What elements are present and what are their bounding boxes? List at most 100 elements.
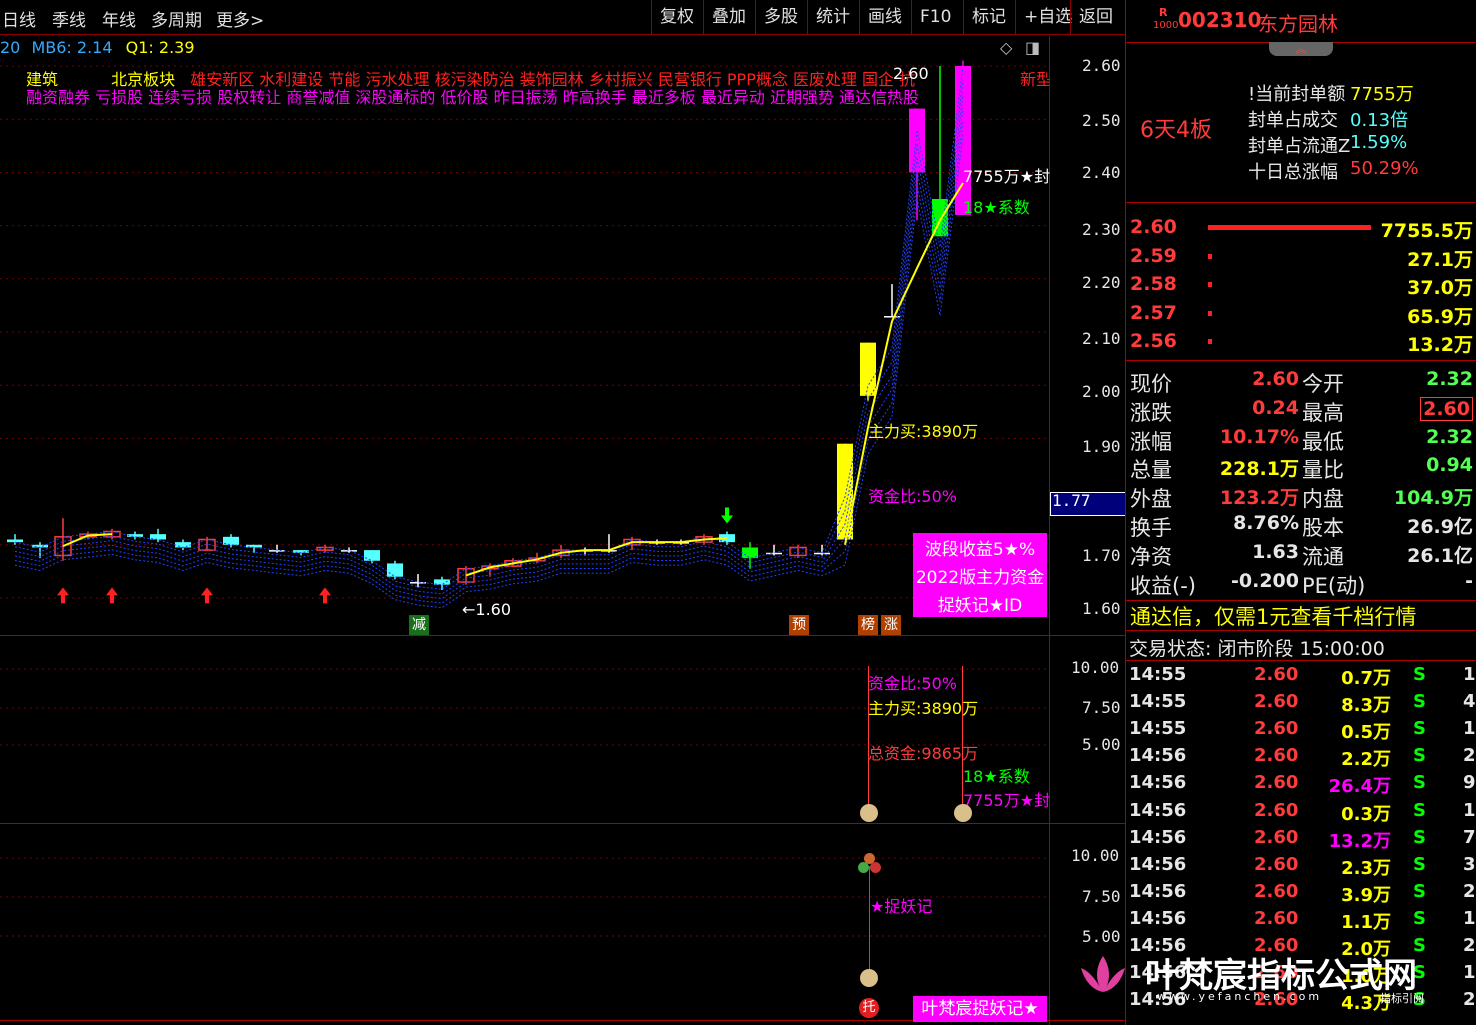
promo-bottom: 叶梵宸捉妖记★ — [913, 996, 1047, 1022]
tick-volume: 13.2万 — [1328, 830, 1391, 852]
tick-row[interactable]: 14:56 2.60 26.4万 S 9 — [1126, 770, 1476, 797]
tick-row[interactable]: 14:56 2.60 1.1万 S 1 — [1126, 906, 1476, 933]
bid-volume: 37.0万 — [1407, 277, 1473, 299]
limit-info-label: 封单占成交 — [1248, 110, 1338, 131]
tick-row[interactable]: 14:55 2.60 8.3万 S 4 — [1126, 689, 1476, 716]
band-line — [14, 121, 964, 604]
band-line — [14, 66, 964, 586]
period-toolbar: 日线 季线 年线 多周期 更多> 复权 叠加 多股 统计 画线 F10 标记 +… — [0, 0, 1125, 35]
lotus-logo-icon — [1075, 952, 1131, 996]
tick-row[interactable]: 14:56 2.60 2.3万 S 3 — [1126, 852, 1476, 879]
candle-body — [341, 550, 357, 552]
peak-price-label: 2.60 — [893, 64, 929, 83]
menu-statistics[interactable]: 统计 — [807, 0, 858, 34]
signal-zhang-marker[interactable]: 涨 — [881, 615, 901, 635]
quote-row: 净资 1.63 流通 26.1亿 — [1126, 539, 1476, 569]
quote-value: 2.60 — [1252, 368, 1299, 390]
quote-label: 收益(-) — [1130, 573, 1196, 598]
quote-label: 今开 — [1302, 372, 1344, 396]
quote-label: 最高 — [1302, 400, 1344, 425]
menu-back[interactable]: 返回 — [1070, 0, 1121, 34]
money-bag-icon — [860, 804, 878, 822]
signal-tuo-marker[interactable]: 托 — [859, 998, 879, 1018]
price-tick: 1.70 — [1082, 546, 1121, 565]
band-line — [14, 94, 964, 595]
menu-draw-line[interactable]: 画线 — [859, 0, 910, 34]
tick-row[interactable]: 14:56 2.60 3.9万 S 2 — [1126, 879, 1476, 906]
quote-value: -0.200 — [1231, 569, 1299, 592]
tick-time: 14:56 — [1129, 880, 1187, 902]
fund-ratio-indicator-label: 资金比:50% — [868, 674, 957, 693]
tick-price: 2.60 — [1254, 664, 1299, 685]
menu-multi-period[interactable]: 多周期 — [151, 6, 202, 31]
tick-count: 7 — [1463, 826, 1476, 848]
tick-row[interactable]: 14:55 2.60 0.7万 S 1 — [1126, 662, 1476, 689]
tick-volume: 2.2万 — [1341, 749, 1391, 771]
trade-status: 交易状态: 闭市阶段 15:00:00 — [1129, 638, 1385, 660]
tick-row[interactable]: 14:56 2.60 13.2万 S 7 — [1126, 825, 1476, 852]
quote-label: 换手 — [1130, 516, 1172, 540]
tick-count: 3 — [1463, 853, 1476, 875]
candle-body — [7, 539, 23, 543]
quote-label: PE(动) — [1302, 573, 1366, 598]
quote-label: 总量 — [1130, 458, 1172, 483]
tick-price: 2.60 — [1254, 853, 1299, 875]
menu-mark[interactable]: 标记 — [963, 0, 1014, 34]
price-tick: 2.50 — [1082, 111, 1121, 130]
menu-daily[interactable]: 日线 — [2, 6, 36, 31]
price-tick: 2.60 — [1082, 56, 1121, 75]
signal-bang-marker[interactable]: 榜 — [858, 615, 878, 635]
tick-price: 2.60 — [1254, 691, 1299, 713]
stock-code[interactable]: 002310 — [1178, 8, 1262, 32]
buy-arrow-icon — [106, 587, 118, 604]
kline-chart[interactable] — [0, 36, 1125, 1025]
tick-count: 1 — [1463, 907, 1476, 929]
tick-side: S — [1413, 718, 1426, 740]
bid-row[interactable]: 2.58 37.0万 — [1126, 271, 1476, 299]
tick-time: 14:55 — [1129, 718, 1187, 740]
signal-reduce-marker[interactable]: 减 — [409, 615, 429, 635]
tick-side: S — [1413, 907, 1426, 929]
quote-value: - — [1465, 569, 1473, 592]
buy-arrow-icon — [319, 587, 331, 604]
indicator1-tick: 10.00 — [1071, 658, 1120, 677]
tick-row[interactable]: 14:56 2.60 2.2万 S 2 — [1126, 743, 1476, 770]
price-tick: 1.90 — [1082, 437, 1121, 456]
menu-restore-rights[interactable]: 复权 — [651, 0, 702, 34]
tick-price: 2.60 — [1254, 718, 1299, 740]
zhuoyao-label: ★捉妖记 — [870, 897, 933, 916]
bid-row[interactable]: 2.60 7755.5万 — [1126, 214, 1476, 242]
signal-pre-marker[interactable]: 预 — [789, 615, 809, 635]
bid-row[interactable]: 2.57 65.9万 — [1126, 300, 1476, 328]
bid-price: 2.60 — [1130, 216, 1177, 238]
current-price-tick: 1.77 — [1052, 491, 1091, 510]
low-price-label: ←1.60 — [462, 600, 512, 619]
menu-more[interactable]: 更多> — [216, 6, 264, 31]
promo-link[interactable]: 通达信，仅需1元查看千档行情 — [1130, 601, 1416, 631]
collapse-button[interactable]: ︽ — [1269, 42, 1333, 56]
tick-row[interactable]: 14:55 2.60 0.5万 S 1 — [1126, 716, 1476, 743]
tick-price: 2.60 — [1254, 880, 1299, 902]
money-bag-icon — [954, 804, 972, 822]
quote-row: 外盘 123.2万 内盘 104.9万 — [1126, 481, 1476, 511]
main-buy-indicator-label: 主力买:3890万 — [868, 699, 979, 718]
menu-quarterly[interactable]: 季线 — [52, 6, 86, 31]
tick-volume: 0.3万 — [1341, 803, 1391, 825]
quote-row: 总量 228.1万 量比 0.94 — [1126, 452, 1476, 482]
tick-row[interactable]: 14:56 2.60 0.3万 S 1 — [1126, 798, 1476, 825]
menu-overlay[interactable]: 叠加 — [703, 0, 754, 34]
stock-name[interactable]: 东方园林 — [1258, 8, 1338, 37]
divider — [1126, 630, 1476, 631]
tick-volume: 0.7万 — [1341, 668, 1391, 689]
menu-multi-stock[interactable]: 多股 — [755, 0, 806, 34]
tick-count: 4 — [1463, 691, 1476, 713]
tick-count: 2 — [1463, 745, 1476, 767]
bid-row[interactable]: 2.59 27.1万 — [1126, 243, 1476, 271]
indicator1-tick: 5.00 — [1082, 735, 1121, 754]
menu-yearly[interactable]: 年线 — [102, 6, 136, 31]
bid-row[interactable]: 2.56 13.2万 — [1126, 328, 1476, 356]
menu-f10[interactable]: F10 — [911, 0, 959, 34]
quote-row: 涨跌 0.24 最高 2.60 — [1126, 395, 1476, 425]
quote-value: 104.9万 — [1393, 487, 1473, 510]
chart-area[interactable]: 20 MB6: 2.14 Q1: 2.39 ◇ ◨ 建筑 北京板块 雄安新区 水… — [0, 36, 1127, 1025]
